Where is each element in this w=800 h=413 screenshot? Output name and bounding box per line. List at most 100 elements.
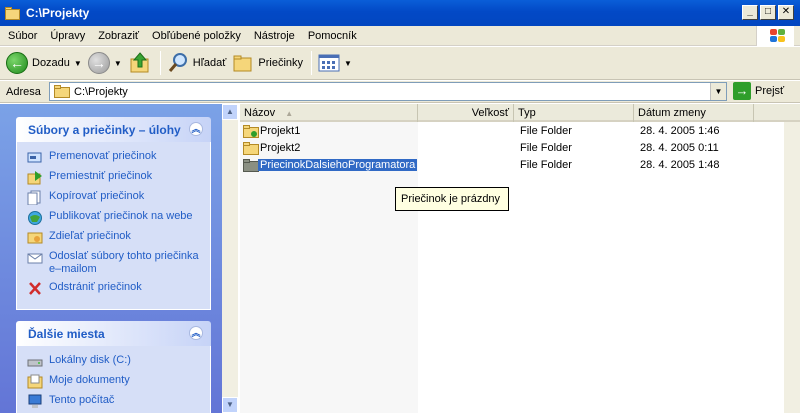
menu-tools[interactable]: Nástroje — [254, 30, 295, 42]
column-name-label: Názov — [244, 107, 276, 119]
table-row-selected[interactable]: PriecinokDalsiehoProgramatora File Folde… — [240, 158, 800, 174]
table-row[interactable]: Projekt2 File Folder 28. 4. 2005 0:11 — [240, 141, 800, 157]
search-button[interactable]: Hľadať — [167, 52, 227, 74]
task-label: Odstrániť priečinok — [49, 281, 142, 293]
file-type: File Folder — [520, 125, 572, 137]
forward-arrow-icon: → — [87, 52, 110, 74]
forward-dropdown-icon[interactable]: ▼ — [114, 59, 122, 68]
menu-favorites[interactable]: Obľúbené položky — [152, 30, 241, 42]
address-field[interactable]: C:\Projekty ▼ — [49, 82, 727, 101]
task-email-folder[interactable]: Odoslať súbory tohto priečinka e–mailom — [27, 250, 202, 276]
places-panel-body: Lokálny disk (C:) Moje dokumenty Tento p… — [16, 346, 211, 413]
file-name: PriecinokDalsiehoProgramatora — [258, 159, 418, 171]
rename-icon — [27, 152, 42, 163]
menu-help[interactable]: Pomocník — [308, 30, 357, 42]
email-icon — [27, 253, 43, 264]
menu-bar: Súbor Úpravy Zobraziť Obľúbené položky N… — [0, 26, 800, 46]
computer-icon — [28, 394, 42, 408]
scroll-up-icon[interactable]: ▲ — [222, 104, 238, 120]
place-my-documents[interactable]: Moje dokumenty — [27, 374, 202, 389]
place-label: Lokálny disk (C:) — [49, 354, 131, 366]
address-bar: Adresa C:\Projekty ▼ → Prejsť — [0, 81, 800, 103]
sort-ascending-icon: ▲ — [285, 109, 294, 118]
task-label: Premiestniť priečinok — [49, 170, 153, 182]
folders-label: Priečinky — [258, 57, 304, 69]
column-type[interactable]: Typ — [514, 104, 634, 122]
back-button[interactable]: ← Dozadu ▼ — [6, 52, 82, 74]
column-modified[interactable]: Dátum zmeny — [634, 104, 754, 122]
views-dropdown-icon[interactable]: ▼ — [344, 59, 352, 68]
folder-up-icon — [130, 52, 149, 73]
column-name[interactable]: Názov ▲ — [240, 104, 418, 122]
column-headers: Názov ▲ Veľkosť Typ Dátum zmeny — [240, 104, 800, 122]
back-arrow-icon: ← — [6, 52, 28, 74]
tooltip: Priečinok je prázdny — [395, 187, 509, 211]
task-label: Zdieľať priečinok — [49, 230, 131, 242]
places-panel-title: Ďalšie miesta — [28, 326, 105, 341]
copy-icon — [27, 190, 41, 205]
tasks-panel-header[interactable]: Súbory a priečinky – úlohy ︽ — [16, 117, 211, 142]
toolbar-separator — [311, 51, 313, 75]
up-folder-button[interactable] — [128, 51, 152, 75]
task-label: Kopírovať priečinok — [49, 190, 145, 202]
back-dropdown-icon[interactable]: ▼ — [74, 59, 82, 68]
task-pane-scrollbar[interactable]: ▲ ▼ — [222, 104, 238, 413]
drive-icon — [27, 359, 43, 367]
minimize-button[interactable]: _ — [742, 5, 758, 20]
toolbar: ← Dozadu ▼ → ▼ Hľadať Priečinky ▼ — [0, 47, 800, 80]
table-row[interactable]: Projekt1 File Folder 28. 4. 2005 1:46 — [240, 124, 800, 140]
forward-button[interactable]: → ▼ — [87, 52, 122, 74]
task-publish-folder[interactable]: Publikovať priečinok na webe — [27, 210, 202, 225]
places-panel-header[interactable]: Ďalšie miesta ︽ — [16, 321, 211, 346]
go-button[interactable]: → Prejsť — [733, 82, 784, 100]
go-arrow-icon: → — [733, 82, 751, 100]
task-label: Publikovať priečinok na webe — [49, 210, 193, 222]
scroll-down-icon[interactable]: ▼ — [222, 397, 238, 413]
task-rename-folder[interactable]: Premenovať priečinok — [27, 150, 202, 165]
task-share-folder[interactable]: Zdieľať priečinok — [27, 230, 202, 245]
task-delete-folder[interactable]: Odstrániť priečinok — [27, 281, 202, 296]
tasks-panel-title: Súbory a priečinky – úlohy — [28, 122, 181, 137]
place-label: Tento počítač — [49, 394, 115, 406]
file-modified: 28. 4. 2005 0:11 — [640, 142, 719, 154]
address-dropdown-icon[interactable]: ▼ — [710, 83, 726, 100]
views-icon — [318, 54, 340, 72]
task-label: Premenovať priečinok — [49, 150, 157, 162]
column-size[interactable]: Veľkosť — [418, 104, 514, 122]
documents-icon — [27, 374, 43, 389]
collapse-chevron-icon[interactable]: ︽ — [189, 326, 203, 340]
file-type: File Folder — [520, 159, 572, 171]
windows-logo-icon — [756, 26, 794, 46]
title-bar[interactable]: C:\Projekty _ □ ✕ — [0, 0, 800, 26]
window-title: C:\Projekty — [26, 6, 90, 20]
folder-icon — [243, 142, 259, 155]
file-modified: 28. 4. 2005 1:48 — [640, 159, 720, 171]
task-copy-folder[interactable]: Kopírovať priečinok — [27, 190, 202, 205]
address-label: Adresa — [6, 85, 41, 98]
file-list-scrollbar[interactable] — [784, 122, 800, 413]
move-icon — [27, 171, 42, 185]
place-my-computer[interactable]: Tento počítač — [27, 394, 202, 409]
file-name: Projekt2 — [260, 142, 301, 154]
delete-icon — [29, 282, 41, 295]
search-label: Hľadať — [192, 57, 227, 69]
folder-icon — [54, 85, 70, 98]
back-label: Dozadu — [32, 57, 70, 69]
collapse-chevron-icon[interactable]: ︽ — [189, 122, 203, 136]
places-panel: Ďalšie miesta ︽ Lokálny disk (C:) Moje d… — [16, 321, 211, 413]
maximize-button[interactable]: □ — [760, 5, 776, 20]
web-publish-icon — [28, 211, 42, 225]
file-list: Názov ▲ Veľkosť Typ Dátum zmeny Projekt1 … — [240, 104, 800, 413]
file-name: Projekt1 — [260, 125, 301, 137]
folders-button[interactable]: Priečinky — [232, 52, 303, 74]
menu-file[interactable]: Súbor — [8, 30, 37, 42]
menu-view[interactable]: Zobraziť — [98, 30, 139, 42]
views-button[interactable]: ▼ — [318, 53, 352, 73]
share-icon — [27, 232, 43, 244]
close-button[interactable]: ✕ — [778, 5, 794, 20]
place-label: Moje dokumenty — [49, 374, 130, 386]
folder-shared-icon — [243, 125, 259, 138]
place-local-disk[interactable]: Lokálny disk (C:) — [27, 354, 202, 369]
menu-edit[interactable]: Úpravy — [50, 30, 85, 42]
task-move-folder[interactable]: Premiestniť priečinok — [27, 170, 202, 185]
